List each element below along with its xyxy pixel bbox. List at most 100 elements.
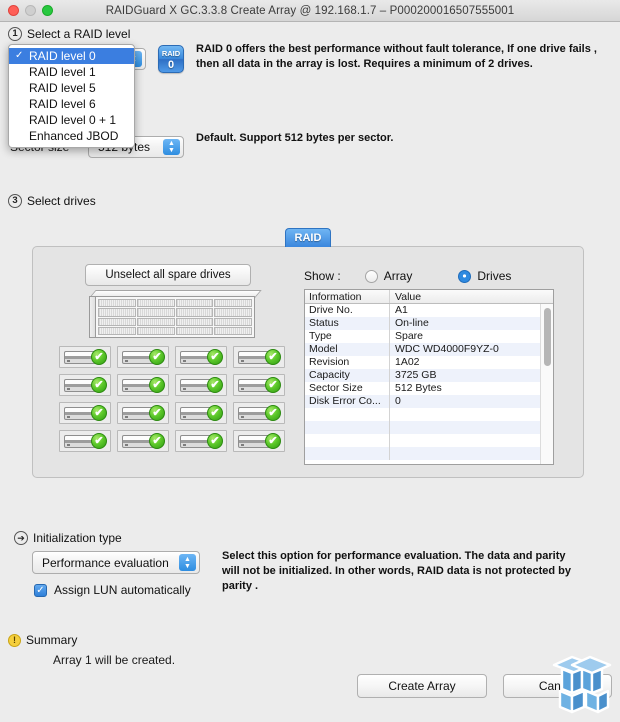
table-cell-information: Model bbox=[305, 343, 390, 356]
drive-slot[interactable]: ✔ bbox=[175, 430, 227, 452]
traffic-lights bbox=[0, 5, 53, 16]
drive-slot[interactable]: ✔ bbox=[233, 346, 285, 368]
menu-item-label: RAID level 6 bbox=[29, 97, 96, 111]
stepper-arrows-icon[interactable]: ▲▼ bbox=[179, 554, 196, 571]
chassis-drive-bays bbox=[95, 296, 255, 338]
drive-slot[interactable]: ✔ bbox=[175, 374, 227, 396]
drive-selected-check-icon: ✔ bbox=[149, 405, 165, 421]
table-row[interactable]: Type Spare bbox=[305, 330, 553, 343]
checkmark-icon: ✓ bbox=[15, 50, 24, 61]
table-row[interactable]: Capacity 3725 GB bbox=[305, 369, 553, 382]
drive-slot[interactable]: ✔ bbox=[117, 430, 169, 452]
assign-lun-automatically-checkbox[interactable]: ✓ Assign LUN automatically bbox=[34, 583, 191, 597]
drive-selected-check-icon: ✔ bbox=[91, 377, 107, 393]
arrow-right-circle-icon: ➔ bbox=[14, 531, 28, 545]
table-cell-value: On-line bbox=[395, 317, 429, 329]
table-row[interactable]: Status On-line bbox=[305, 317, 553, 330]
radio-show-drives[interactable]: Drives bbox=[458, 269, 511, 283]
drive-selected-check-icon: ✔ bbox=[207, 377, 223, 393]
drive-slot[interactable]: ✔ bbox=[175, 402, 227, 424]
summary-text: Array 1 will be created. bbox=[53, 653, 176, 667]
column-header-value: Value bbox=[395, 291, 422, 303]
drive-selected-check-icon: ✔ bbox=[207, 433, 223, 449]
drive-slot[interactable]: ✔ bbox=[59, 402, 111, 424]
initialization-type-selected-value: Performance evaluation bbox=[42, 555, 169, 570]
menu-item-label: RAID level 5 bbox=[29, 81, 96, 95]
drive-slot[interactable]: ✔ bbox=[117, 346, 169, 368]
drive-slot[interactable]: ✔ bbox=[233, 430, 285, 452]
table-cell-value: 1A02 bbox=[395, 356, 420, 368]
radio-show-array[interactable]: Array bbox=[364, 269, 412, 283]
drive-slot[interactable]: ✔ bbox=[117, 374, 169, 396]
raid-badge-line1: RAID bbox=[161, 49, 181, 58]
table-cell-value: WDC WD4000F9YZ-0 bbox=[395, 343, 499, 355]
table-cell-information: Type bbox=[305, 330, 390, 343]
table-scrollbar[interactable] bbox=[540, 304, 553, 464]
drive-selected-check-icon: ✔ bbox=[207, 405, 223, 421]
raid-level-dropdown-menu[interactable]: ✓ RAID level 0 RAID level 1 RAID level 5… bbox=[8, 44, 135, 148]
menu-item-label: RAID level 1 bbox=[29, 65, 96, 79]
stepper-arrows-icon[interactable]: ▲▼ bbox=[163, 139, 180, 155]
drive-slot[interactable]: ✔ bbox=[59, 346, 111, 368]
table-cell-information: Sector Size bbox=[305, 382, 390, 395]
checkbox-checked-icon: ✓ bbox=[34, 583, 47, 597]
table-row[interactable]: Drive No. A1 bbox=[305, 304, 553, 317]
drive-slot[interactable]: ✔ bbox=[175, 346, 227, 368]
table-row[interactable]: Sector Size 512 Bytes bbox=[305, 382, 553, 395]
cancel-button[interactable]: Cancel bbox=[503, 674, 612, 698]
table-cell-value: Spare bbox=[395, 330, 424, 342]
drive-slot[interactable]: ✔ bbox=[117, 402, 169, 424]
section-title-text: Summary bbox=[26, 633, 78, 647]
drive-slot-grid: ✔ ✔ ✔ ✔ ✔ ✔ ✔ ✔ ✔ ✔ ✔ ✔ ✔ ✔ ✔ ✔ bbox=[59, 346, 285, 452]
unselect-all-spare-drives-button[interactable]: Unselect all spare drives bbox=[85, 264, 251, 286]
table-row[interactable]: Model WDC WD4000F9YZ-0 bbox=[305, 343, 553, 356]
enclosure-chassis-image bbox=[89, 290, 262, 338]
table-row[interactable]: Disk Error Co... 0 bbox=[305, 395, 553, 408]
drive-selected-check-icon: ✔ bbox=[265, 433, 281, 449]
drive-selected-check-icon: ✔ bbox=[91, 349, 107, 365]
menu-item-label: Enhanced JBOD bbox=[29, 129, 119, 143]
table-header-row: Information Value bbox=[305, 290, 553, 304]
section-title-text: Select a RAID level bbox=[27, 27, 131, 41]
initialization-type-select[interactable]: Performance evaluation ▲ ▼ bbox=[32, 551, 200, 574]
menu-item-raid-level-1[interactable]: RAID level 1 bbox=[9, 64, 134, 80]
drive-slot[interactable]: ✔ bbox=[233, 402, 285, 424]
drive-slot[interactable]: ✔ bbox=[59, 430, 111, 452]
create-array-button[interactable]: Create Array bbox=[357, 674, 487, 698]
section-heading-raid-level: 1 Select a RAID level bbox=[8, 27, 130, 41]
column-header-information: Information bbox=[305, 290, 390, 303]
table-row[interactable]: Revision 1A02 bbox=[305, 356, 553, 369]
raid-level-description: RAID 0 offers the best performance witho… bbox=[196, 43, 597, 70]
menu-item-label: RAID level 0 bbox=[29, 49, 96, 63]
tab-raid[interactable]: RAID bbox=[285, 228, 331, 247]
section-heading-summary: ! Summary bbox=[8, 633, 77, 647]
drive-slot[interactable]: ✔ bbox=[59, 374, 111, 396]
drive-information-table[interactable]: Information Value Drive No. A1 Status On-li… bbox=[304, 289, 554, 465]
table-cell-information: Drive No. bbox=[305, 304, 390, 317]
menu-item-raid-level-0[interactable]: ✓ RAID level 0 bbox=[9, 48, 134, 64]
menu-item-raid-level-0-plus-1[interactable]: RAID level 0 + 1 bbox=[9, 112, 134, 128]
drive-selected-check-icon: ✔ bbox=[207, 349, 223, 365]
table-body: Drive No. A1 Status On-line Type Spare Model WD… bbox=[305, 304, 553, 460]
drive-selected-check-icon: ✔ bbox=[149, 433, 165, 449]
menu-item-enhanced-jbod[interactable]: Enhanced JBOD bbox=[9, 128, 134, 144]
radio-label: Drives bbox=[477, 269, 512, 283]
menu-item-raid-level-6[interactable]: RAID level 6 bbox=[9, 96, 134, 112]
zoom-button-icon[interactable] bbox=[42, 5, 53, 16]
section-heading-select-drives: 3 Select drives bbox=[8, 194, 96, 208]
section-heading-initialization-type: ➔ Initialization type bbox=[14, 531, 122, 545]
step-number-badge: 3 bbox=[8, 194, 22, 208]
table-row-empty bbox=[305, 434, 553, 447]
table-cell-information: Disk Error Co... bbox=[305, 395, 390, 408]
minimize-button-icon[interactable] bbox=[25, 5, 36, 16]
close-button-icon[interactable] bbox=[8, 5, 19, 16]
drive-selected-check-icon: ✔ bbox=[91, 433, 107, 449]
step-number-badge: 1 bbox=[8, 27, 22, 41]
table-row-empty bbox=[305, 447, 553, 460]
drive-selected-check-icon: ✔ bbox=[149, 377, 165, 393]
initialization-type-description: Select this option for performance evalu… bbox=[222, 550, 571, 592]
menu-item-raid-level-5[interactable]: RAID level 5 bbox=[9, 80, 134, 96]
table-cell-information: Capacity bbox=[305, 369, 390, 382]
drive-slot[interactable]: ✔ bbox=[233, 374, 285, 396]
scrollbar-thumb[interactable] bbox=[544, 308, 551, 366]
